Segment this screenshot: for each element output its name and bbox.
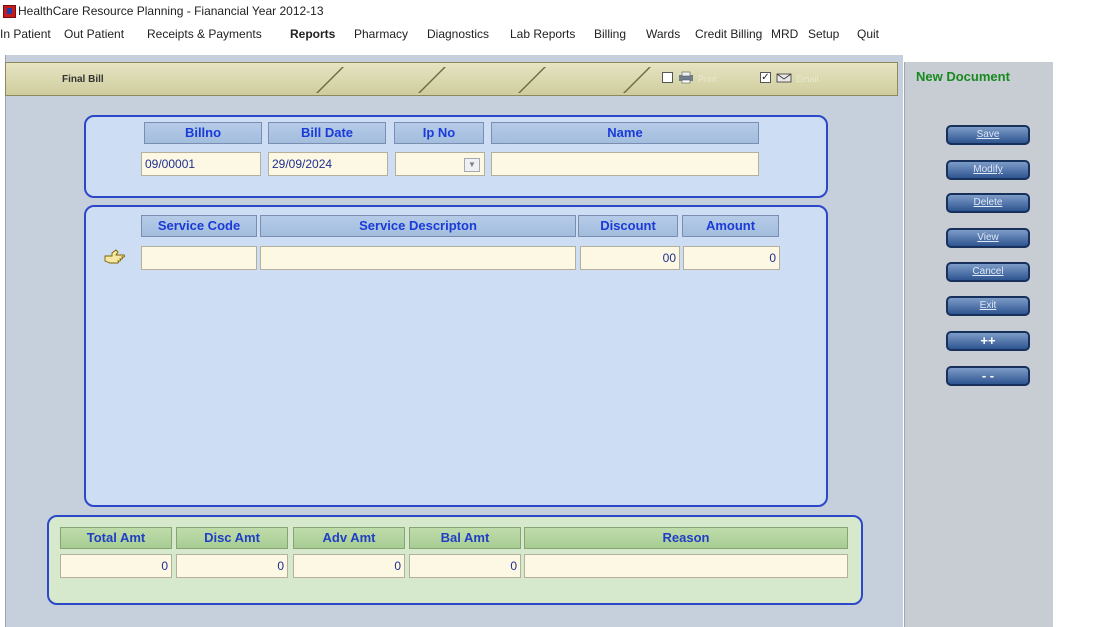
modify-button[interactable]: Modify	[946, 160, 1030, 180]
balance-amount-header: Bal Amt	[409, 527, 521, 549]
menu-wards[interactable]: Wards	[646, 27, 680, 41]
remove-row-button[interactable]: - -	[946, 366, 1030, 386]
cancel-button[interactable]: Cancel	[946, 262, 1030, 282]
billno-header: Billno	[144, 122, 262, 144]
bill-date-header: Bill Date	[268, 122, 386, 144]
service-description-header: Service Descripton	[260, 215, 576, 237]
discount-input[interactable]: 00	[580, 246, 680, 270]
menu-quit[interactable]: Quit	[857, 27, 879, 41]
decorative-divider	[316, 67, 344, 93]
decorative-divider	[623, 67, 651, 93]
add-row-button[interactable]: ++	[946, 331, 1030, 351]
view-button[interactable]: View	[946, 228, 1030, 248]
form-header-strip: Final Bill Print ✓ Email	[5, 62, 898, 96]
name-field[interactable]	[491, 152, 759, 176]
discount-amount-field[interactable]: 0	[176, 554, 288, 578]
amount-input[interactable]: 0	[683, 246, 780, 270]
menu-lab-reports[interactable]: Lab Reports	[510, 27, 575, 41]
email-icon	[776, 73, 792, 83]
menu-mrd[interactable]: MRD	[771, 27, 798, 41]
app-logo-icon	[3, 5, 16, 18]
ip-no-header: Ip No	[394, 122, 484, 144]
billno-field[interactable]: 09/00001	[141, 152, 261, 176]
discount-amount-header: Disc Amt	[176, 527, 288, 549]
delete-button[interactable]: Delete	[946, 193, 1030, 213]
service-code-header: Service Code	[141, 215, 257, 237]
advance-amount-field[interactable]: 0	[293, 554, 405, 578]
menu-diagnostics[interactable]: Diagnostics	[427, 27, 489, 41]
reason-header: Reason	[524, 527, 848, 549]
menu-setup[interactable]: Setup	[808, 27, 839, 41]
advance-amount-header: Adv Amt	[293, 527, 405, 549]
discount-header: Discount	[578, 215, 678, 237]
exit-button[interactable]: Exit	[946, 296, 1030, 316]
menu-receipts-payments[interactable]: Receipts & Payments	[147, 27, 262, 41]
printer-icon	[679, 71, 693, 84]
print-checkbox[interactable]	[662, 72, 673, 83]
menu-pharmacy[interactable]: Pharmacy	[354, 27, 408, 41]
decorative-divider	[418, 67, 446, 93]
total-amount-header: Total Amt	[60, 527, 172, 549]
service-code-input[interactable]	[141, 246, 257, 270]
reason-field[interactable]	[524, 554, 848, 578]
row-pointer-hand-icon	[104, 249, 125, 264]
service-description-input[interactable]	[260, 246, 576, 270]
menu-billing[interactable]: Billing	[594, 27, 626, 41]
amount-header: Amount	[682, 215, 779, 237]
print-label: Print	[698, 74, 717, 84]
document-status: New Document	[916, 69, 1010, 84]
email-checkbox[interactable]: ✓	[760, 72, 771, 83]
chevron-down-icon[interactable]: ▼	[464, 158, 480, 172]
total-amount-field[interactable]: 0	[60, 554, 172, 578]
window-title: HealthCare Resource Planning - Fianancia…	[18, 4, 324, 18]
save-button[interactable]: Save	[946, 125, 1030, 145]
menu-credit-billing[interactable]: Credit Billing	[695, 27, 762, 41]
menu-out-patient[interactable]: Out Patient	[64, 27, 124, 41]
decorative-divider	[518, 67, 546, 93]
form-title: Final Bill	[62, 74, 104, 85]
bill-date-field[interactable]: 29/09/2024	[268, 152, 388, 176]
balance-amount-field[interactable]: 0	[409, 554, 521, 578]
menu-bar: In Patient Out Patient Receipts & Paymen…	[0, 22, 1102, 44]
email-label: Email	[796, 74, 819, 84]
name-header: Name	[491, 122, 759, 144]
menu-in-patient[interactable]: In Patient	[0, 27, 51, 41]
menu-reports[interactable]: Reports	[290, 27, 335, 41]
title-bar: HealthCare Resource Planning - Fianancia…	[0, 0, 1102, 22]
